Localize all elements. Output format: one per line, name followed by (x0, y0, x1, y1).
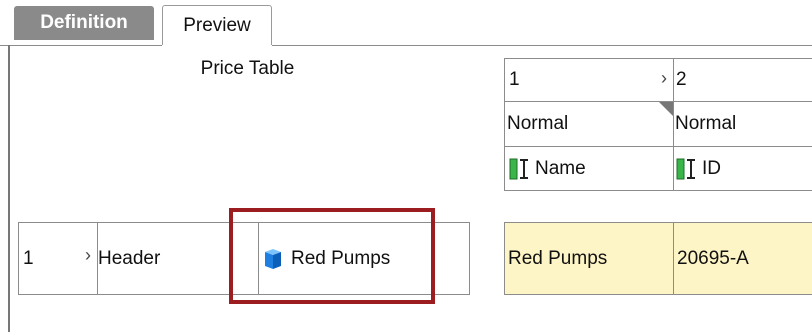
column-field-2-text: ID (702, 157, 721, 179)
column-field-2[interactable]: ID (674, 147, 812, 190)
column-resize-icon (676, 157, 698, 181)
column-style-1[interactable]: Normal (505, 102, 673, 146)
tab-strip: Definition Preview (0, 0, 812, 46)
tab-definition-label: Definition (40, 12, 128, 33)
column-style-2[interactable]: Normal (674, 102, 812, 146)
column-field-1-text: Name (535, 157, 586, 179)
tab-definition[interactable]: Definition (14, 6, 154, 40)
row-number-cell[interactable]: 1 › (19, 223, 97, 294)
chevron-right-icon: › (85, 245, 91, 265)
column-number-2-text: 2 (676, 69, 687, 90)
column-style-2-text: Normal (675, 113, 737, 134)
panel-left-border (8, 45, 10, 332)
row-type-text: Header (98, 247, 161, 269)
column-number-2[interactable]: 2 (674, 59, 812, 101)
preview-cell-name[interactable]: Red Pumps (505, 223, 673, 294)
preview-cell-name-text: Red Pumps (508, 247, 608, 269)
highlight-box (229, 208, 435, 304)
tab-preview-label: Preview (183, 14, 251, 36)
tab-border-left (0, 45, 162, 46)
row-number-text: 1 (23, 247, 34, 269)
column-style-1-text: Normal (507, 113, 569, 134)
column-field-1[interactable]: Name (505, 147, 673, 190)
tab-preview[interactable]: Preview (162, 5, 272, 45)
preview-cell-id[interactable]: 20695-A (674, 223, 812, 294)
preview-cell-id-text: 20695-A (677, 247, 749, 269)
column-number-1-text: 1 (509, 69, 520, 90)
resize-corner-icon (659, 102, 673, 116)
column-resize-icon (509, 157, 531, 181)
column-number-1[interactable]: 1 › (505, 59, 673, 101)
chevron-right-icon: › (661, 68, 667, 88)
tab-border-right (272, 45, 812, 46)
price-table-label: Price Table (200, 58, 295, 79)
